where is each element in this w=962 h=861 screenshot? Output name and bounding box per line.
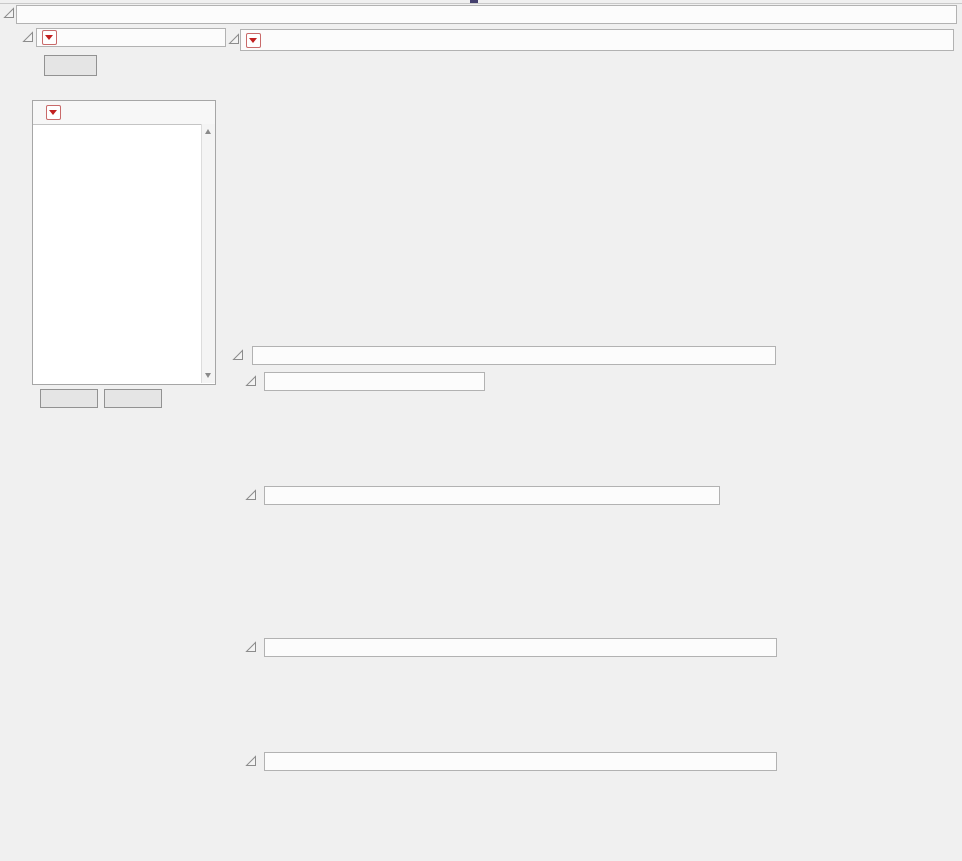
scroll-up-icon[interactable] [205,129,211,134]
disclosure-triangle-aov[interactable] [245,641,257,653]
disclosure-triangle-plot[interactable] [228,33,240,45]
disclosure-triangle-anova[interactable] [232,349,244,361]
red-triangle-menu-icon[interactable] [42,30,57,45]
and-button[interactable] [40,389,98,408]
pooled-t-test-header [264,486,720,505]
parameter-list-header [33,101,215,125]
parameter-list [33,124,202,383]
disclosure-triangle-main[interactable] [3,7,15,19]
top-edge-artifact [470,0,478,3]
or-button[interactable] [104,389,162,408]
top-divider [0,3,962,4]
summary-of-fit-header [264,372,485,391]
aov-header [264,638,777,657]
disclosure-triangle-means[interactable] [245,755,257,767]
anova-section-header [252,346,776,365]
red-triangle-menu-icon[interactable] [46,105,61,120]
jmp-report-window [0,0,962,861]
scroll-down-icon[interactable] [205,373,211,378]
parameter-filter-panel [32,100,216,385]
scrollbar[interactable] [201,124,215,383]
main-title-box [16,5,957,24]
disclosure-triangle-ttest[interactable] [245,489,257,501]
disclosure-triangle-filter[interactable] [22,31,34,43]
disclosure-triangle-sof[interactable] [245,375,257,387]
clear-button[interactable] [44,55,97,76]
oneway-plot[interactable] [240,50,680,340]
t-distribution-plot [515,527,760,629]
means-header [264,752,777,771]
plot-section-header [240,29,954,51]
report-filter-header [36,28,226,47]
red-triangle-menu-icon[interactable] [246,33,261,48]
